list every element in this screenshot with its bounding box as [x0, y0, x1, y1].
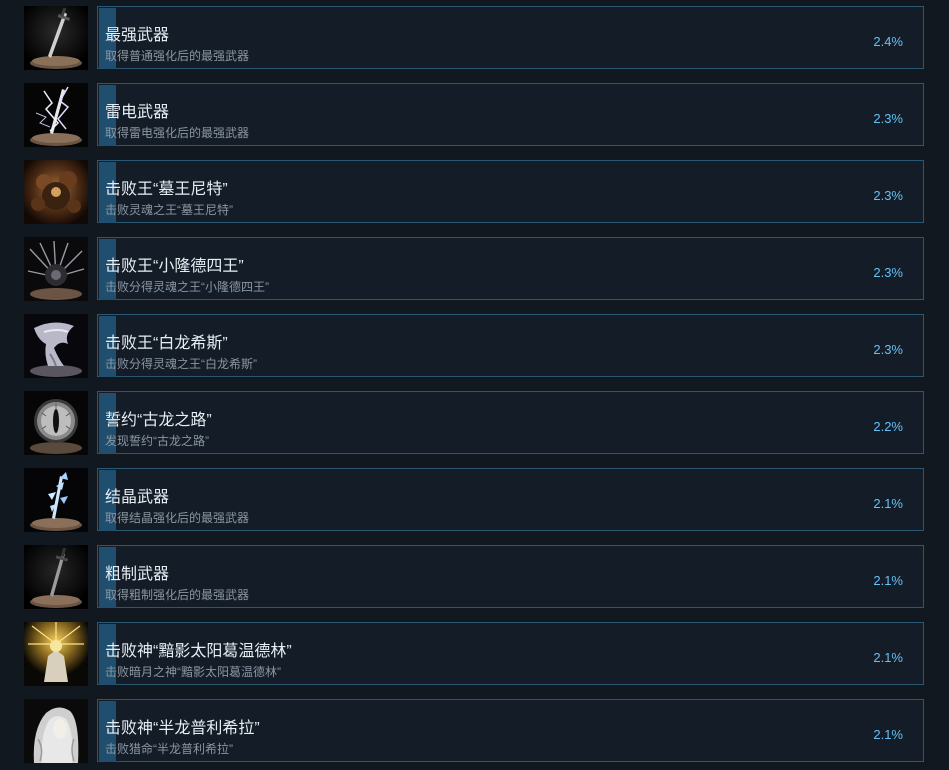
achievement-title: 击败王“白龙希斯”	[105, 335, 228, 352]
unlock-percent: 2.1%	[873, 573, 903, 588]
achievement-row[interactable]: 击败神“黯影太阳葛温德林” 击败暗月之神“黯影太阳葛温德林” 2.1%	[0, 622, 949, 689]
achievement-title: 誓约“古龙之路”	[105, 412, 212, 429]
unlock-percent: 2.1%	[873, 496, 903, 511]
unlock-percent: 2.1%	[873, 650, 903, 665]
crystal-weapon-icon	[24, 468, 88, 532]
achievement-row[interactable]: 雷电武器 取得雷电强化后的最强武器 2.3%	[0, 83, 949, 150]
achievement-row[interactable]: 击败神“半龙普利希拉” 击败猎命“半龙普利希拉” 2.1%	[0, 699, 949, 766]
achievement-title: 击败神“黯影太阳葛温德林”	[105, 643, 292, 660]
unlock-percent: 2.3%	[873, 265, 903, 280]
achievement-row[interactable]: 击败王“小隆德四王” 击败分得灵魂之王“小隆德四王” 2.3%	[0, 237, 949, 304]
achievement-description: 取得雷电强化后的最强武器	[105, 126, 250, 140]
achievement-panel: 雷电武器 取得雷电强化后的最强武器 2.3%	[97, 83, 924, 146]
achievement-row[interactable]: 粗制武器 取得粗制强化后的最强武器 2.1%	[0, 545, 949, 612]
achievement-title: 结晶武器	[105, 489, 170, 506]
gwyndolin-icon	[24, 622, 88, 686]
achievement-row[interactable]: 结晶武器 取得结晶强化后的最强武器 2.1%	[0, 468, 949, 535]
achievement-panel: 击败神“半龙普利希拉” 击败猎命“半龙普利希拉” 2.1%	[97, 699, 924, 762]
dragon-eye-icon	[24, 391, 88, 455]
unlock-percent: 2.3%	[873, 188, 903, 203]
raw-sword-icon	[24, 545, 88, 609]
achievement-description: 击败分得灵魂之王“白龙希斯”	[105, 357, 257, 371]
four-kings-icon	[24, 237, 88, 301]
lightning-sword-icon	[24, 83, 88, 147]
achievement-title: 最强武器	[105, 27, 170, 44]
unlock-percent: 2.1%	[873, 727, 903, 742]
unlock-percent: 2.3%	[873, 111, 903, 126]
achievement-row[interactable]: 誓约“古龙之路” 发现誓约“古龙之路” 2.2%	[0, 391, 949, 458]
achievement-row[interactable]: 最强武器 取得普通强化后的最强武器 2.4%	[0, 6, 949, 73]
achievement-description: 取得粗制强化后的最强武器	[105, 588, 250, 602]
unlock-percent: 2.4%	[873, 34, 903, 49]
unlock-percent: 2.2%	[873, 419, 903, 434]
achievement-panel: 粗制武器 取得粗制强化后的最强武器 2.1%	[97, 545, 924, 608]
achievement-panel: 誓约“古龙之路” 发现誓约“古龙之路” 2.2%	[97, 391, 924, 454]
achievement-description: 击败猎命“半龙普利希拉”	[105, 742, 233, 756]
achievement-title: 雷电武器	[105, 104, 170, 121]
achievement-title: 击败王“墓王尼特”	[105, 181, 228, 198]
unlock-percent: 2.3%	[873, 342, 903, 357]
achievement-title: 粗制武器	[105, 566, 170, 583]
achievement-panel: 最强武器 取得普通强化后的最强武器 2.4%	[97, 6, 924, 69]
achievement-panel: 击败王“小隆德四王” 击败分得灵魂之王“小隆德四王” 2.3%	[97, 237, 924, 300]
achievement-description: 击败灵魂之王“墓王尼特”	[105, 203, 233, 217]
achievement-description: 取得普通强化后的最强武器	[105, 49, 250, 63]
achievement-description: 击败分得灵魂之王“小隆德四王”	[105, 280, 269, 294]
achievement-title: 击败神“半龙普利希拉”	[105, 720, 260, 737]
achievement-panel: 击败神“黯影太阳葛温德林” 击败暗月之神“黯影太阳葛温德林” 2.1%	[97, 622, 924, 685]
gravelord-nito-icon	[24, 160, 88, 224]
achievement-list: 最强武器 取得普通强化后的最强武器 2.4% 雷电武器 取得雷电强化后的最强武器…	[0, 0, 949, 770]
priscilla-icon	[24, 699, 88, 763]
achievement-panel: 击败王“墓王尼特” 击败灵魂之王“墓王尼特” 2.3%	[97, 160, 924, 223]
achievement-row[interactable]: 击败王“白龙希斯” 击败分得灵魂之王“白龙希斯” 2.3%	[0, 314, 949, 381]
achievement-description: 击败暗月之神“黯影太阳葛温德林”	[105, 665, 281, 679]
achievement-panel: 击败王“白龙希斯” 击败分得灵魂之王“白龙希斯” 2.3%	[97, 314, 924, 377]
sword-on-pedestal-icon	[24, 6, 88, 70]
achievement-panel: 结晶武器 取得结晶强化后的最强武器 2.1%	[97, 468, 924, 531]
achievement-row[interactable]: 击败王“墓王尼特” 击败灵魂之王“墓王尼特” 2.3%	[0, 160, 949, 227]
achievement-title: 击败王“小隆德四王”	[105, 258, 244, 275]
achievement-description: 取得结晶强化后的最强武器	[105, 511, 250, 525]
achievement-description: 发现誓约“古龙之路”	[105, 434, 209, 448]
seath-dragon-icon	[24, 314, 88, 378]
